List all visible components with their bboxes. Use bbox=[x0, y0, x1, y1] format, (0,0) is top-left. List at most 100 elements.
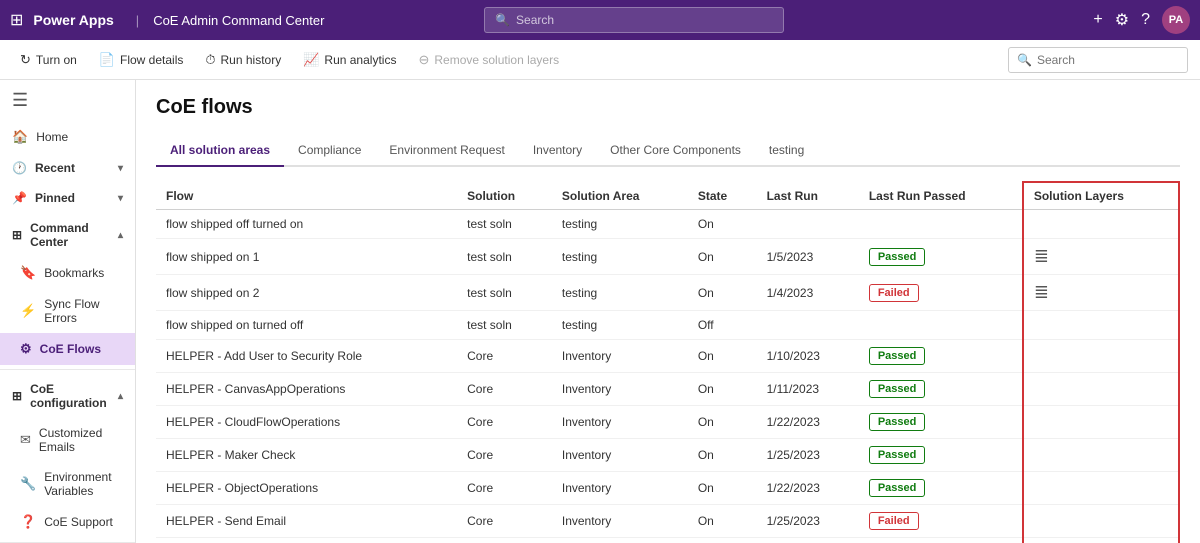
cell-last-run-passed: Failed bbox=[859, 275, 1023, 311]
sidebar-item-coe-support[interactable]: ❓ CoE Support bbox=[0, 506, 135, 538]
table-row[interactable]: SetupWizard>CreateGroupCoreInventoryOn1/… bbox=[156, 538, 1179, 543]
support-icon: ❓ bbox=[20, 514, 36, 530]
table-row[interactable]: HELPER - Maker CheckCoreInventoryOn1/25/… bbox=[156, 439, 1179, 472]
cell-solution-layers[interactable] bbox=[1023, 406, 1179, 439]
cell-solution-layers[interactable] bbox=[1023, 311, 1179, 340]
cell-flow: SetupWizard>CreateGroup bbox=[156, 538, 457, 543]
global-search-box[interactable]: 🔍 bbox=[484, 7, 784, 33]
remove-solution-button[interactable]: ⊖ Remove solution layers bbox=[410, 48, 567, 72]
table-row[interactable]: HELPER - CloudFlowOperationsCoreInventor… bbox=[156, 406, 1179, 439]
col-header-solution-layers: Solution Layers bbox=[1023, 182, 1179, 210]
cell-solution-area: testing bbox=[552, 275, 688, 311]
cell-state: On bbox=[688, 538, 757, 543]
table-row[interactable]: flow shipped off turned ontest solntesti… bbox=[156, 210, 1179, 239]
command-center-icon: ⊞ bbox=[12, 228, 22, 242]
cell-solution-layers[interactable] bbox=[1023, 373, 1179, 406]
col-header-solution: Solution bbox=[457, 182, 552, 210]
coe-config-chevron: ▴ bbox=[118, 391, 123, 402]
table-row[interactable]: HELPER - Send EmailCoreInventoryOn1/25/2… bbox=[156, 505, 1179, 538]
tab-testing[interactable]: testing bbox=[755, 135, 818, 167]
cell-last-run-passed bbox=[859, 210, 1023, 239]
layout: ☰ 🏠 Home 🕐 Recent ▾ 📌 Pinned ▾ ⊞ Command… bbox=[0, 80, 1200, 543]
env-vars-icon: 🔧 bbox=[20, 476, 36, 492]
home-icon: 🏠 bbox=[12, 129, 28, 145]
email-icon: ✉ bbox=[20, 432, 31, 448]
status-badge: Passed bbox=[869, 446, 926, 464]
help-icon[interactable]: ? bbox=[1141, 11, 1150, 29]
sidebar-item-environment-variables[interactable]: 🔧 Environment Variables bbox=[0, 462, 135, 506]
table-row[interactable]: flow shipped on 1test solntestingOn1/5/2… bbox=[156, 239, 1179, 275]
pinned-chevron: ▾ bbox=[118, 193, 123, 204]
flow-details-button[interactable]: 📄 Flow details bbox=[91, 48, 192, 72]
sidebar-item-home[interactable]: 🏠 Home bbox=[0, 121, 135, 153]
cell-solution-layers[interactable] bbox=[1023, 340, 1179, 373]
cell-flow: HELPER - ObjectOperations bbox=[156, 472, 457, 505]
cell-flow: HELPER - CanvasAppOperations bbox=[156, 373, 457, 406]
run-history-button[interactable]: ⏱ Run history bbox=[197, 48, 289, 72]
cell-solution-layers[interactable] bbox=[1023, 472, 1179, 505]
cell-solution: Core bbox=[457, 505, 552, 538]
table-row[interactable]: flow shipped on turned offtest solntesti… bbox=[156, 311, 1179, 340]
global-search-input[interactable] bbox=[516, 13, 773, 27]
add-icon[interactable]: + bbox=[1093, 11, 1102, 29]
cell-solution-layers[interactable] bbox=[1023, 210, 1179, 239]
layers-icon[interactable]: ≣ bbox=[1034, 246, 1049, 266]
table-row[interactable]: flow shipped on 2test solntestingOn1/4/2… bbox=[156, 275, 1179, 311]
cell-last-run: 1/11/2023 bbox=[757, 373, 859, 406]
sidebar-coe-config-section[interactable]: ⊞ CoE configuration ▴ bbox=[0, 374, 135, 418]
status-badge: Failed bbox=[869, 284, 919, 302]
avatar[interactable]: PA bbox=[1162, 6, 1190, 34]
cell-state: On bbox=[688, 472, 757, 505]
cell-last-run: 1/4/2023 bbox=[757, 275, 859, 311]
table-row[interactable]: HELPER - Add User to Security RoleCoreIn… bbox=[156, 340, 1179, 373]
hamburger-icon[interactable]: ☰ bbox=[0, 80, 135, 121]
cell-solution-layers[interactable] bbox=[1023, 538, 1179, 543]
cell-solution-area: Inventory bbox=[552, 373, 688, 406]
sidebar-item-coe-flows[interactable]: ⚙ CoE Flows bbox=[0, 333, 135, 365]
cell-solution-area: Inventory bbox=[552, 340, 688, 373]
coe-config-icon: ⊞ bbox=[12, 389, 22, 403]
tab-inventory[interactable]: Inventory bbox=[519, 135, 596, 167]
cell-solution-layers[interactable]: ≣ bbox=[1023, 275, 1179, 311]
turn-on-button[interactable]: ↻ Turn on bbox=[12, 48, 85, 72]
cell-solution-layers[interactable] bbox=[1023, 505, 1179, 538]
cell-last-run bbox=[757, 210, 859, 239]
grid-icon[interactable]: ⊞ bbox=[10, 10, 23, 30]
tab-compliance[interactable]: Compliance bbox=[284, 135, 375, 167]
settings-icon[interactable]: ⚙ bbox=[1115, 10, 1129, 30]
sidebar-item-customized-emails[interactable]: ✉ Customized Emails bbox=[0, 418, 135, 462]
cell-last-run: 1/5/2023 bbox=[757, 239, 859, 275]
flow-details-icon: 📄 bbox=[99, 52, 115, 68]
cell-solution-area: Inventory bbox=[552, 472, 688, 505]
table-search-box[interactable]: 🔍 bbox=[1008, 47, 1188, 73]
cell-last-run: 1/16/2023 bbox=[757, 538, 859, 543]
table-row[interactable]: HELPER - ObjectOperationsCoreInventoryOn… bbox=[156, 472, 1179, 505]
run-analytics-button[interactable]: 📈 Run analytics bbox=[295, 48, 404, 72]
tab-other-core-components[interactable]: Other Core Components bbox=[596, 135, 755, 167]
remove-solution-icon: ⊖ bbox=[418, 52, 429, 68]
cell-solution-area: Inventory bbox=[552, 538, 688, 543]
sidebar-pinned-section[interactable]: 📌 Pinned ▾ bbox=[0, 183, 135, 213]
table-search-input[interactable] bbox=[1037, 53, 1179, 67]
pin-icon: 📌 bbox=[12, 191, 27, 205]
col-header-last-run-passed: Last Run Passed bbox=[859, 182, 1023, 210]
sidebar-item-sync-flow-errors[interactable]: ⚡ Sync Flow Errors bbox=[0, 289, 135, 333]
sidebar-command-center-section[interactable]: ⊞ Command Center ▴ bbox=[0, 213, 135, 257]
cell-solution: Core bbox=[457, 406, 552, 439]
sidebar-item-bookmarks[interactable]: 🔖 Bookmarks bbox=[0, 257, 135, 289]
flows-table: FlowSolutionSolution AreaStateLast RunLa… bbox=[156, 181, 1180, 543]
layers-icon[interactable]: ≣ bbox=[1034, 282, 1049, 302]
cell-last-run-passed: Passed bbox=[859, 239, 1023, 275]
tab-all-solution-areas[interactable]: All solution areas bbox=[156, 135, 284, 167]
cell-solution-layers[interactable]: ≣ bbox=[1023, 239, 1179, 275]
cell-state: On bbox=[688, 373, 757, 406]
status-badge: Passed bbox=[869, 479, 926, 497]
cell-state: On bbox=[688, 340, 757, 373]
turn-on-icon: ↻ bbox=[20, 52, 31, 68]
recent-chevron: ▾ bbox=[118, 163, 123, 174]
cell-solution-layers[interactable] bbox=[1023, 439, 1179, 472]
sidebar-divider-1 bbox=[0, 369, 135, 370]
tab-environment-request[interactable]: Environment Request bbox=[375, 135, 518, 167]
sidebar-recent-section[interactable]: 🕐 Recent ▾ bbox=[0, 153, 135, 183]
table-row[interactable]: HELPER - CanvasAppOperationsCoreInventor… bbox=[156, 373, 1179, 406]
